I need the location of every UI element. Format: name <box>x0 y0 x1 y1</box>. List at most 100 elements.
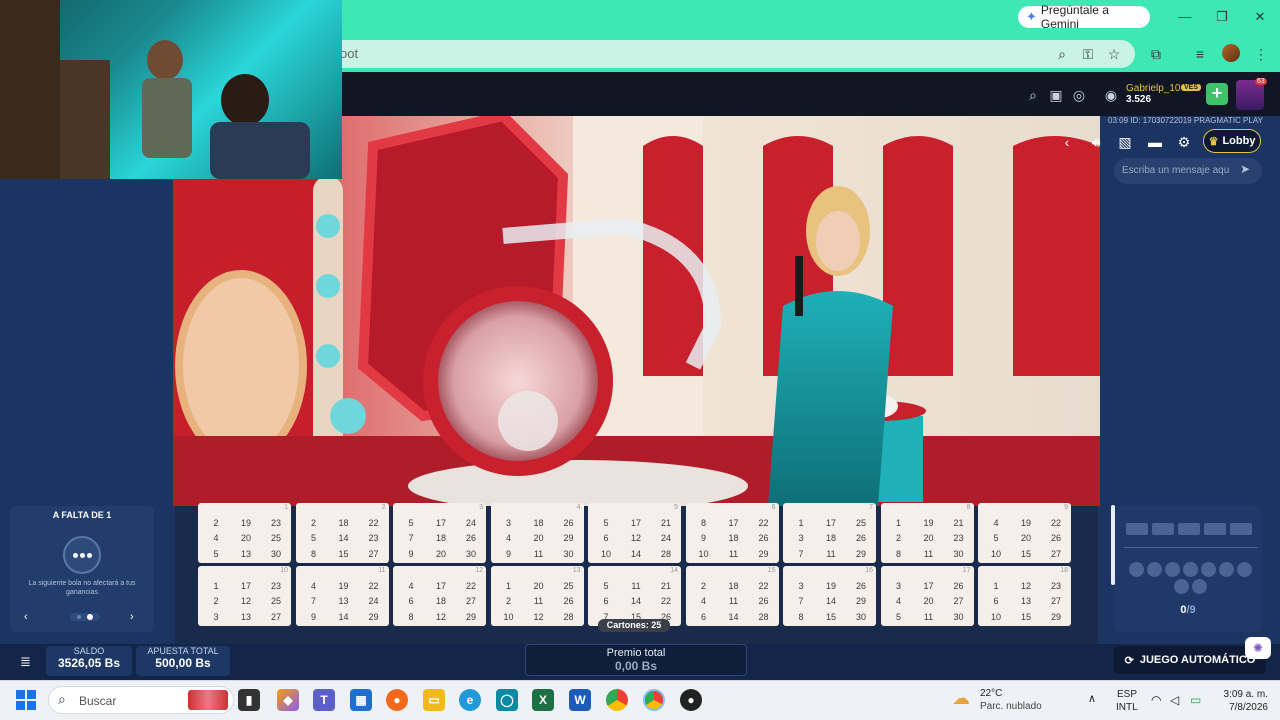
settings-gear-icon[interactable]: ⚙ <box>1174 132 1194 152</box>
copilot-icon[interactable]: ◆ <box>277 689 299 711</box>
tracker-scrollbar[interactable] <box>1111 505 1115 585</box>
empty-ball-slot <box>1129 562 1144 577</box>
bingo-card[interactable]: 6 8 17 22 9 18 26 10 11 29 <box>685 503 779 563</box>
card-number: 19 <box>338 581 349 591</box>
bingo-card[interactable]: 2 2 18 22 5 14 23 8 15 27 <box>295 503 389 563</box>
deposit-button[interactable]: + <box>1206 83 1228 105</box>
card-number: 26 <box>465 533 476 543</box>
game-app-icon[interactable]: ● <box>680 689 702 711</box>
user-balance[interactable]: 3.526 <box>1126 94 1151 105</box>
bingo-card[interactable]: 4 3 18 26 4 20 29 9 11 30 <box>490 503 584 563</box>
chrome-active-icon[interactable] <box>643 689 665 711</box>
chevron-left-icon[interactable]: ‹ <box>1057 132 1077 152</box>
empty-ball-slot <box>1201 562 1216 577</box>
keyboard-language[interactable]: ESP <box>1117 689 1137 700</box>
bingo-card[interactable]: 3 5 17 24 7 18 26 9 20 30 <box>393 503 486 563</box>
store-icon[interactable]: ▦ <box>350 689 372 711</box>
auto-play-button[interactable]: ⟳ JUEGO AUTOMÁTICO <box>1114 646 1266 674</box>
card-id: 1 <box>284 504 288 511</box>
card-number: 8 <box>895 549 901 559</box>
card-number: 5 <box>603 518 609 528</box>
search-icon: ⌕ <box>58 691 66 707</box>
file-explorer-icon[interactable]: ▭ <box>423 689 445 711</box>
task-view-icon[interactable]: ▮ <box>238 689 260 711</box>
chrome-icon[interactable] <box>606 689 628 711</box>
gemini-floating-icon[interactable]: ✺ <box>1245 637 1271 659</box>
send-icon[interactable]: ➤ <box>1240 162 1256 178</box>
chip-stack-icon[interactable]: ≣ <box>20 654 36 669</box>
gemini-button[interactable]: ✦ Pregúntale a Gemini <box>1018 3 1150 31</box>
pattern-slot <box>1152 523 1174 535</box>
bingo-card[interactable]: 12 4 17 22 6 18 27 8 12 29 <box>393 566 486 626</box>
card-number: 12 <box>533 612 544 622</box>
bingo-card[interactable]: 15 2 18 22 4 11 26 6 14 28 <box>685 566 779 626</box>
search-highlight-image <box>188 690 228 710</box>
minimize-icon[interactable]: — <box>1175 8 1195 26</box>
teams-icon[interactable]: T <box>313 689 335 711</box>
card-number: 13 <box>240 549 251 559</box>
password-key-icon[interactable]: ⚿ <box>1078 44 1098 64</box>
firefox-icon[interactable]: ● <box>386 689 408 711</box>
profile-avatar[interactable] <box>1222 44 1240 62</box>
total-prize-label: Premio total <box>606 647 666 659</box>
weather-desc[interactable]: Parc. nublado <box>980 701 1042 712</box>
bingo-card[interactable]: 5 5 17 21 6 12 24 10 14 28 <box>588 503 681 563</box>
wifi-icon[interactable]: ◠ <box>1151 693 1161 707</box>
bingo-card[interactable]: 10 1 17 23 2 12 25 3 13 27 <box>198 566 291 626</box>
search-icon[interactable]: ⌕ <box>1024 86 1042 104</box>
clock-date[interactable]: 7/8/2026 <box>1220 702 1268 713</box>
bingo-card[interactable]: 8 1 19 21 2 20 23 8 11 30 <box>880 503 974 563</box>
support-icon[interactable]: ◎ <box>1070 86 1088 104</box>
bingo-card[interactable]: 16 3 19 26 7 14 29 8 15 30 <box>783 566 876 626</box>
bingo-card[interactable]: 14 5 11 21 6 14 22 7 15 26 <box>588 566 681 626</box>
prev-arrow-icon[interactable]: ‹ <box>24 611 28 623</box>
zoom-icon[interactable]: ⌕ <box>1052 44 1072 64</box>
card-number: 18 <box>435 596 446 606</box>
address-bar[interactable]: oot <box>300 40 1135 68</box>
chat-icon[interactable]: ▬ <box>1145 132 1165 152</box>
bingo-card[interactable]: 18 1 12 23 6 13 27 10 15 29 <box>978 566 1071 626</box>
edge-icon[interactable]: e <box>459 689 481 711</box>
tray-chevron-icon[interactable]: ∧ <box>1088 692 1096 705</box>
card-number: 26 <box>758 533 769 543</box>
bingo-card[interactable]: 17 3 17 26 4 20 27 5 11 30 <box>880 566 974 626</box>
battery-icon[interactable]: ▭ <box>1190 693 1201 707</box>
card-number: 10 <box>503 612 514 622</box>
card-number: 6 <box>700 612 706 622</box>
card-number: 18 <box>533 518 544 528</box>
gift-icon[interactable]: ▣ <box>1047 86 1065 104</box>
card-number: 29 <box>563 533 574 543</box>
excel-icon[interactable]: X <box>532 689 554 711</box>
speaker-icon[interactable]: ◁ <box>1170 693 1179 707</box>
weather-icon[interactable]: ☁ <box>952 688 970 709</box>
keyboard-layout[interactable]: INTL <box>1116 702 1138 713</box>
card-id: 10 <box>280 567 288 574</box>
weather-temp[interactable]: 22°C <box>980 688 1002 699</box>
browser-menu-icon[interactable]: ⋮ <box>1251 44 1271 64</box>
auto-play-icon: ⟳ <box>1124 654 1134 667</box>
word-icon[interactable]: W <box>569 689 591 711</box>
clock-time[interactable]: 3:09 a. m. <box>1220 689 1268 700</box>
bingo-card[interactable]: 1 2 19 23 4 20 25 5 13 30 <box>198 503 291 563</box>
bingo-card[interactable]: 11 4 19 22 7 13 24 9 14 29 <box>295 566 389 626</box>
card-number: 15 <box>1020 549 1031 559</box>
card-number: 4 <box>213 533 219 543</box>
card-number: 14 <box>630 549 641 559</box>
next-arrow-icon[interactable]: › <box>130 611 134 623</box>
card-number: 4 <box>895 596 901 606</box>
carousel-dots[interactable] <box>70 613 100 621</box>
windows-start-icon[interactable] <box>16 690 36 710</box>
app-icon[interactable]: ◯ <box>496 689 518 711</box>
bingo-card[interactable]: 13 1 20 25 2 11 26 10 12 28 <box>490 566 584 626</box>
card-number: 2 <box>213 518 219 528</box>
restore-icon[interactable]: ❐ <box>1212 8 1232 26</box>
bingo-card[interactable]: 7 1 17 25 3 18 26 7 11 29 <box>783 503 876 563</box>
extensions-icon[interactable]: ⧉ <box>1146 44 1166 64</box>
close-icon[interactable]: ✕ <box>1250 8 1270 26</box>
bookmark-star-icon[interactable]: ☆ <box>1104 44 1124 64</box>
volume-icon[interactable]: 🔊︎ <box>1086 132 1106 152</box>
video-quality-icon[interactable]: ▧ <box>1115 132 1135 152</box>
media-control-icon[interactable]: ≡ <box>1190 44 1210 64</box>
bingo-card[interactable]: 9 4 19 22 5 20 26 10 15 27 <box>978 503 1071 563</box>
lobby-button[interactable]: ♛ Lobby <box>1203 129 1261 153</box>
